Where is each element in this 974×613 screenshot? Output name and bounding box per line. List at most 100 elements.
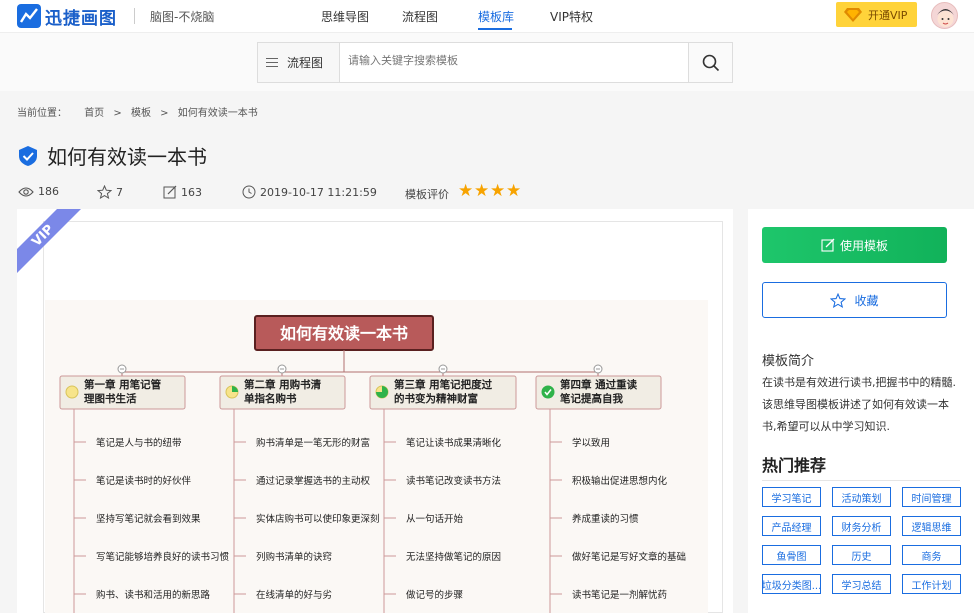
topic-label: 无法坚持做笔记的原因 [406, 551, 501, 563]
rating-star-icon: ★ [506, 181, 522, 201]
mindmap-canvas: 如何有效读一本书第一章 用笔记管理图书生活笔记是人与书的纽带笔记是读书时的好伙伴… [59, 315, 686, 613]
search-icon [702, 54, 719, 71]
breadcrumb: 当前位置： 首页 > 模板 > 如何有效读一本书 [17, 104, 264, 119]
progress-icon [65, 385, 79, 399]
rating-stars: ★ ★ ★ ★ [458, 181, 522, 201]
topic-label: 实体店购书可以使印象更深刻 [256, 513, 380, 525]
topic-label: 笔记是读书时的好伙伴 [96, 475, 192, 487]
favorite-button[interactable]: 收藏 [762, 282, 947, 318]
rating-label: 模板评价 [405, 188, 449, 201]
nav-flowchart[interactable]: 流程图 [402, 8, 438, 25]
search-box: 流程图 [257, 42, 733, 83]
topic-label: 在线清单的好与劣 [256, 589, 332, 601]
tag-link[interactable]: 鱼骨图 [762, 545, 821, 565]
tag-link[interactable]: 学习笔记 [762, 487, 821, 507]
nav-mindmap[interactable]: 思维导图 [321, 8, 369, 25]
breadcrumb-templates[interactable]: 模板 [131, 108, 151, 119]
rating-star-icon: ★ [490, 181, 506, 201]
vip-button[interactable]: 开通VIP [836, 2, 917, 27]
tag-link[interactable]: 历史 [832, 545, 891, 565]
tag-link[interactable]: 时间管理 [902, 487, 961, 507]
topic-label: 读书笔记是一剂解忧药 [572, 589, 667, 601]
topic-label: 购书清单是一笔无形的财富 [256, 437, 370, 449]
tag-link[interactable]: 工作计划 [902, 574, 961, 594]
tag-link[interactable]: 学习总结 [832, 574, 891, 594]
star-outline-icon [830, 292, 847, 308]
search-category-label: 流程图 [287, 56, 324, 70]
tag-link[interactable]: 财务分析 [832, 516, 891, 536]
logo-icon [17, 4, 41, 28]
divider [762, 480, 960, 481]
rating-star-icon: ★ [474, 181, 490, 201]
vip-button-label: 开通VIP [868, 8, 908, 22]
template-title-row: 如何有效读一本书 [17, 141, 207, 170]
topic-label: 购书、读书和活用的新思路 [96, 589, 211, 601]
use-template-button[interactable]: 使用模板 [762, 227, 947, 263]
edit-icon [163, 185, 177, 199]
root-node-label: 如何有效读一本书 [280, 324, 408, 343]
edits-count: 163 [163, 185, 202, 199]
page-title: 如何有效读一本书 [47, 145, 207, 169]
search-area: 流程图 [0, 33, 974, 91]
site-logo[interactable]: 迅捷画图 [17, 3, 117, 29]
nav-template-library[interactable]: 模板库 [478, 8, 514, 25]
chapter-node-label: 的书变为精神财富 [394, 392, 478, 405]
star-outline-icon [97, 185, 112, 199]
topic-label: 列购书清单的诀窍 [256, 551, 332, 563]
user-avatar[interactable] [931, 2, 958, 29]
nav-vip[interactable]: VIP特权 [550, 8, 593, 25]
search-category-select[interactable]: 流程图 [258, 43, 340, 82]
tag-link[interactable]: 商务 [902, 545, 961, 565]
breadcrumb-label: 当前位置： [17, 108, 67, 119]
topic-label: 养成重读的习惯 [572, 513, 639, 525]
nav-active-underline [478, 28, 512, 30]
slogan: 脑图-不烧脑 [150, 10, 215, 24]
progress-icon [541, 385, 555, 399]
breadcrumb-home[interactable]: 首页 [84, 108, 104, 119]
topic-label: 积极输出促进思想内化 [572, 475, 668, 487]
edits-value: 163 [181, 185, 202, 199]
topic-label: 写笔记能够培养良好的读书习惯 [96, 551, 230, 563]
breadcrumb-separator: > [160, 108, 169, 119]
menu-icon [266, 58, 278, 67]
chapter-node-label: 理图书生活 [84, 392, 137, 405]
chapter-node-label: 第一章 用笔记管 [84, 378, 162, 391]
rating-star-icon: ★ [458, 181, 474, 201]
topic-label: 通过记录掌握选书的主动权 [256, 475, 371, 487]
search-button[interactable] [688, 43, 732, 82]
tag-link[interactable]: 活动策划 [832, 487, 891, 507]
clock-icon [242, 185, 256, 199]
tag-link[interactable]: 垃圾分类图... [762, 574, 821, 594]
search-input[interactable] [348, 54, 678, 67]
intro-heading: 模板简介 [762, 354, 815, 369]
chapter-node-label: 第二章 用购书清 [244, 378, 322, 391]
topic-label: 读书笔记改变读书方法 [406, 475, 501, 487]
right-sidebar: 使用模板 收藏 模板简介 在读书是有效进行读书,把握书中的精髓.该思维导图模板讲… [748, 209, 974, 613]
use-template-label: 使用模板 [839, 238, 888, 253]
topic-label: 学以致用 [572, 437, 610, 449]
logo-text: 迅捷画图 [45, 8, 117, 29]
topic-label: 笔记让读书成果清晰化 [406, 437, 502, 449]
chapter-node-label: 笔记提高自我 [560, 392, 623, 405]
tag-link[interactable]: 逻辑思维 [902, 516, 961, 536]
datetime-value: 2019-10-17 11:21:59 [260, 185, 377, 199]
intro-text: 在读书是有效进行读书,把握书中的精髓.该思维导图模板讲述了如何有效读一本书,希望… [762, 376, 956, 433]
chapter-node-label: 第四章 通过重读 [560, 378, 638, 391]
eye-icon [18, 186, 34, 197]
edit-icon [821, 238, 835, 252]
hot-recommend-heading: 热门推荐 [762, 456, 827, 475]
likes-count[interactable]: 7 [97, 185, 123, 199]
mindmap-preview: 如何有效读一本书第一章 用笔记管 理图书生活笔记是人与书的纽带 笔记是读书时的好伙伴… [45, 300, 708, 613]
tag-link[interactable]: 产品经理 [762, 516, 821, 536]
diamond-icon [844, 7, 862, 22]
breadcrumb-current: 如何有效读一本书 [177, 108, 258, 119]
breadcrumb-separator: > [113, 108, 122, 119]
topic-label: 坚持写笔记就会看到效果 [96, 513, 201, 525]
likes-value: 7 [116, 185, 123, 199]
views-value: 186 [38, 185, 59, 198]
chapter-node-label: 第三章 用笔记把度过 [394, 378, 493, 391]
favorite-label: 收藏 [854, 293, 879, 308]
topic-label: 笔记是人与书的纽带 [96, 437, 182, 449]
chapter-node-label: 单指名购书 [244, 392, 297, 405]
publish-datetime: 2019-10-17 11:21:59 [242, 185, 377, 199]
